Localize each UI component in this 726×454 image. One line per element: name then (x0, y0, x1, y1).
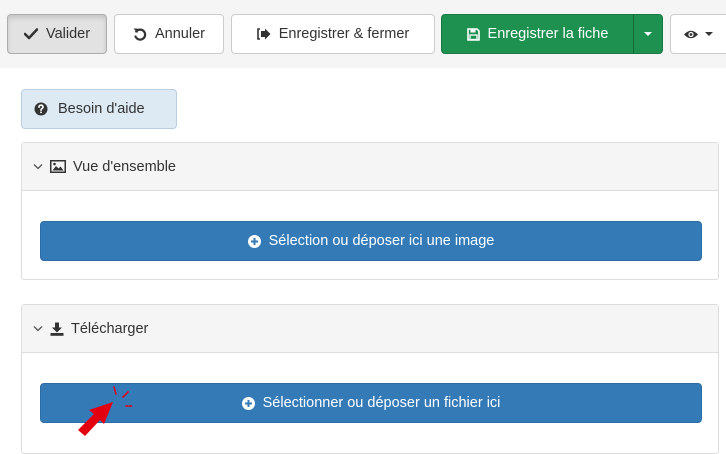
annuler-button[interactable]: Annuler (114, 14, 224, 54)
upload-file-label: Sélectionner ou déposer un fichier ici (262, 395, 501, 411)
chevron-down-icon (33, 325, 43, 332)
sign-out-icon (256, 28, 271, 40)
caret-down-icon (705, 32, 713, 36)
undo-icon (133, 27, 147, 41)
enregistrer-fiche-button[interactable]: Enregistrer la fiche (441, 14, 634, 54)
help-label: Besoin d'aide (58, 101, 145, 117)
image-icon (50, 160, 66, 173)
panel-heading-telecharger[interactable]: Télécharger (22, 305, 718, 353)
check-icon (23, 28, 38, 40)
question-circle-icon (34, 102, 48, 116)
panel-title: Vue d'ensemble (73, 158, 176, 175)
eye-icon (683, 29, 699, 40)
panel-title: Télécharger (71, 320, 149, 337)
preview-dropdown-button[interactable] (670, 14, 726, 54)
caret-down-icon (644, 32, 652, 36)
enregistrer-fermer-label: Enregistrer & fermer (278, 26, 410, 42)
help-button[interactable]: Besoin d'aide (21, 89, 177, 129)
plus-circle-icon (247, 234, 261, 248)
toolbar: Valider Annuler Enregistrer & fermer Enr… (0, 0, 726, 68)
chevron-down-icon (33, 163, 43, 170)
upload-image-label: Sélection ou déposer ici une image (268, 233, 495, 249)
annuler-label: Annuler (155, 26, 205, 42)
enregistrer-options-dropdown[interactable] (633, 14, 663, 54)
valider-label: Valider (45, 26, 91, 42)
panel-heading-vue-ensemble[interactable]: Vue d'ensemble (22, 143, 718, 191)
upload-image-button[interactable]: Sélection ou déposer ici une image (40, 221, 702, 261)
enregistrer-fermer-button[interactable]: Enregistrer & fermer (231, 14, 435, 54)
enregistrer-fiche-label: Enregistrer la fiche (487, 26, 609, 42)
panel-body: Sélection ou déposer ici une image (22, 191, 718, 279)
plus-circle-icon (241, 396, 255, 410)
download-icon (50, 322, 64, 336)
floppy-disk-icon (466, 27, 480, 41)
valider-button[interactable]: Valider (7, 14, 107, 54)
panel-vue-ensemble: Vue d'ensemble Sélection ou déposer ici … (21, 142, 719, 280)
click-pointer-arrow-icon (78, 386, 134, 436)
